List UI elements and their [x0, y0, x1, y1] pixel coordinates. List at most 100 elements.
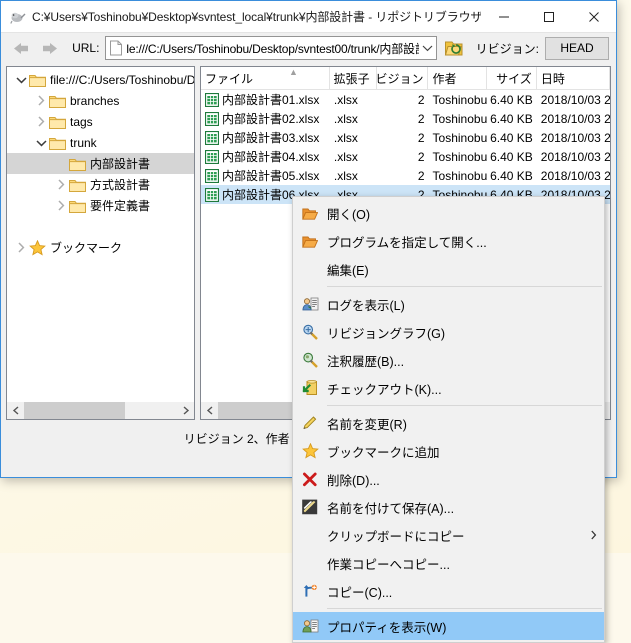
column-header-label: 拡張子	[334, 70, 370, 87]
cell-text: Toshinobu	[433, 131, 488, 145]
tree-twisty-8[interactable]	[13, 242, 29, 253]
repository-tree[interactable]: file:///C:/Users/Toshinobu/D branches tags…	[7, 67, 194, 402]
tree-item-5[interactable]: 方式設計書	[7, 174, 194, 195]
tree-scroll-track[interactable]	[24, 402, 177, 419]
tree-item-8[interactable]: ブックマーク	[7, 237, 194, 258]
menu-item-1[interactable]: プログラムを指定して開く...	[293, 227, 604, 255]
folder-icon	[29, 73, 46, 87]
table-row[interactable]: 内部設計書05.xlsx.xlsx2Toshinobu6.40 KB2018/1…	[201, 166, 610, 185]
tree-item-2[interactable]: tags	[7, 111, 194, 132]
tree-twisty-3[interactable]	[33, 139, 49, 147]
file-list-header[interactable]: ファイル▲拡張子リビジョン作者 サイズ日時	[201, 67, 610, 90]
close-button[interactable]	[571, 2, 616, 32]
cell-text: 2	[418, 150, 425, 164]
tree-twisty-2[interactable]	[33, 116, 49, 127]
minimize-button[interactable]	[481, 2, 526, 32]
menu-item-label: プロパティを表示(W)	[327, 617, 582, 636]
menu-item-0[interactable]: 開く(O)	[293, 199, 604, 227]
cell-text: Toshinobu	[433, 93, 488, 107]
column-header-4[interactable]: サイズ	[487, 67, 536, 89]
refresh-folder-icon[interactable]	[442, 36, 466, 60]
title-bar: C:¥Users¥Toshinobu¥Desktop¥svntest_local…	[1, 0, 616, 33]
cell-text: .xlsx	[334, 150, 358, 164]
cell-revision: 2	[378, 150, 429, 164]
cell-author: Toshinobu	[429, 150, 488, 164]
cell-revision: 2	[378, 112, 429, 126]
menu-item-label: ログを表示(L)	[327, 295, 582, 314]
cell-author: Toshinobu	[429, 93, 488, 107]
cell-file: 内部設計書01.xlsx	[201, 91, 330, 108]
back-arrow-icon[interactable]	[9, 36, 34, 60]
tree-item-6[interactable]: 要件定義書	[7, 195, 194, 216]
cell-file: 内部設計書05.xlsx	[201, 167, 330, 184]
menu-item-15[interactable]: コピー(C)...	[293, 577, 604, 605]
cell-date: 2018/10/03 2	[537, 93, 610, 107]
menu-item-2[interactable]: 編集(E)	[293, 255, 604, 283]
list-scroll-left-icon[interactable]	[201, 402, 218, 419]
menu-item-7[interactable]: チェックアウト(K)...	[293, 374, 604, 402]
menu-item-4[interactable]: ログを表示(L)	[293, 290, 604, 318]
repo-browser-icon	[10, 9, 26, 25]
table-row[interactable]: 内部設計書01.xlsx.xlsx2Toshinobu6.40 KB2018/1…	[201, 90, 610, 109]
maximize-button[interactable]	[526, 2, 571, 32]
tree-scroll-left-icon[interactable]	[7, 402, 24, 419]
column-header-label: 日時	[541, 70, 565, 87]
tree-twisty-6[interactable]	[53, 200, 69, 211]
menu-item-5[interactable]: リビジョングラフ(G)	[293, 318, 604, 346]
cell-text: Toshinobu	[433, 112, 488, 126]
forward-arrow-icon[interactable]	[38, 36, 63, 60]
menu-item-label: チェックアウト(K)...	[327, 379, 582, 398]
menu-item-label: ブックマークに追加	[327, 442, 582, 461]
tree-horizontal-scrollbar[interactable]	[7, 401, 194, 419]
column-header-1[interactable]: 拡張子	[330, 67, 378, 89]
menu-item-label: クリップボードにコピー	[327, 526, 582, 545]
menu-separator	[327, 608, 602, 609]
excel-file-icon	[205, 188, 219, 202]
tree-scroll-thumb[interactable]	[24, 402, 125, 419]
column-header-label: 作者	[432, 70, 456, 87]
cell-text: 2018/10/03 2	[541, 93, 610, 107]
menu-item-9[interactable]: 名前を変更(R)	[293, 409, 604, 437]
revision-input[interactable]: HEAD	[545, 37, 609, 60]
tree-item-4[interactable]: 内部設計書	[7, 153, 194, 174]
cell-text: .xlsx	[334, 93, 358, 107]
column-header-3[interactable]: 作者	[428, 67, 487, 89]
column-header-label: リビジョン	[377, 70, 423, 87]
menu-item-17[interactable]: プロパティを表示(W)	[293, 612, 604, 640]
tree-item-3[interactable]: trunk	[7, 132, 194, 153]
cell-text: 内部設計書05.xlsx	[222, 167, 319, 184]
table-row[interactable]: 内部設計書04.xlsx.xlsx2Toshinobu6.40 KB2018/1…	[201, 147, 610, 166]
folder-icon	[49, 115, 66, 129]
cell-file: 内部設計書03.xlsx	[201, 129, 330, 146]
menu-item-13[interactable]: クリップボードにコピー	[293, 521, 604, 549]
table-row[interactable]: 内部設計書03.xlsx.xlsx2Toshinobu6.40 KB2018/1…	[201, 128, 610, 147]
column-header-0[interactable]: ファイル▲	[201, 67, 330, 89]
url-combobox[interactable]: le:///C:/Users/Toshinobu/Desktop/svntest…	[105, 36, 436, 60]
menu-item-11[interactable]: 削除(D)...	[293, 465, 604, 493]
cell-ext: .xlsx	[330, 169, 378, 183]
menu-item-label: 名前を付けて保存(A)...	[327, 498, 582, 517]
column-header-5[interactable]: 日時	[537, 67, 610, 89]
excel-file-icon	[205, 93, 219, 107]
tree-scroll-right-icon[interactable]	[177, 402, 194, 419]
context-menu[interactable]: 開く(O)プログラムを指定して開く...編集(E) ログを表示(L) リビジョングラ…	[292, 196, 605, 643]
chevron-down-icon[interactable]	[419, 44, 436, 52]
tree-twisty-0[interactable]	[13, 76, 29, 84]
checkout-icon	[293, 380, 327, 396]
tree-item-0[interactable]: file:///C:/Users/Toshinobu/D	[7, 69, 194, 90]
url-label: URL:	[72, 41, 99, 55]
menu-item-14[interactable]: 作業コピーへコピー...	[293, 549, 604, 577]
menu-item-12[interactable]: 名前を付けて保存(A)...	[293, 493, 604, 521]
table-row[interactable]: 内部設計書02.xlsx.xlsx2Toshinobu6.40 KB2018/1…	[201, 109, 610, 128]
tree-item-1[interactable]: branches	[7, 90, 194, 111]
column-header-label: サイズ	[496, 70, 532, 87]
tree-twisty-1[interactable]	[33, 95, 49, 106]
column-header-2[interactable]: リビジョン	[377, 67, 428, 89]
tree-item-label: branches	[70, 94, 119, 108]
menu-item-6[interactable]: 注釈履歴(B)...	[293, 346, 604, 374]
menu-item-label: 名前を変更(R)	[327, 414, 582, 433]
tree-twisty-5[interactable]	[53, 179, 69, 190]
blame-icon	[293, 352, 327, 368]
menu-item-10[interactable]: ブックマークに追加	[293, 437, 604, 465]
url-input[interactable]: le:///C:/Users/Toshinobu/Desktop/svntest…	[126, 40, 418, 57]
